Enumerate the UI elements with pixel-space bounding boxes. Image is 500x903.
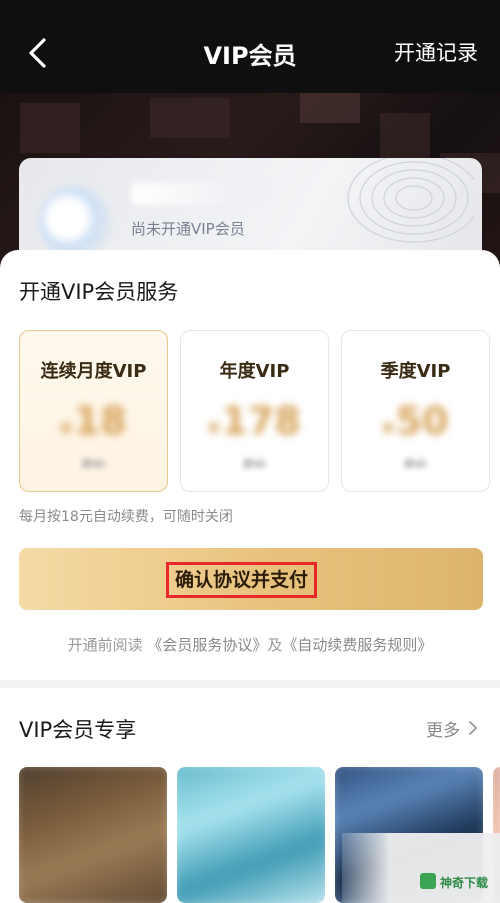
exclusive-section-title: VIP会员专享 bbox=[19, 718, 137, 742]
exclusive-poster[interactable] bbox=[19, 767, 167, 903]
agreement-joiner: 及 bbox=[267, 636, 283, 654]
agreement-prefix: 开通前阅读 bbox=[67, 636, 143, 654]
plan-quarterly[interactable]: 季度VIP ¥50 原价 bbox=[341, 330, 490, 492]
purchase-section-title: 开通VIP会员服务 bbox=[19, 280, 179, 304]
plan-monthly[interactable]: 连续月度VIP ¥18 原价 bbox=[19, 330, 168, 492]
service-agreement-link[interactable]: 《会员服务协议》 bbox=[147, 636, 267, 654]
username bbox=[131, 183, 281, 205]
plan-original-price: 原价 bbox=[81, 457, 106, 471]
purchase-history-link[interactable]: 开通记录 bbox=[394, 37, 478, 67]
plan-price: ¥18 bbox=[60, 399, 127, 443]
purchase-panel: 开通VIP会员服务 连续月度VIP ¥18 原价 年度VIP ¥178 原价 季… bbox=[0, 250, 500, 680]
member-status: 尚未开通VIP会员 bbox=[131, 220, 245, 238]
auto-renew-rules-link[interactable]: 《自动续费服务规则》 bbox=[282, 636, 432, 654]
plan-name: 连续月度VIP bbox=[40, 361, 147, 382]
section-divider bbox=[0, 680, 500, 688]
plan-yearly[interactable]: 年度VIP ¥178 原价 bbox=[180, 330, 329, 492]
watermark-text: 神奇下载 bbox=[439, 876, 488, 890]
plan-original-price: 原价 bbox=[403, 457, 428, 471]
watermark: 神奇下载 bbox=[342, 833, 500, 903]
more-link[interactable]: 更多 bbox=[426, 716, 478, 741]
avatar[interactable] bbox=[39, 186, 111, 258]
more-label: 更多 bbox=[426, 721, 460, 741]
confirm-pay-label: 确认协议并支付 bbox=[166, 562, 318, 598]
plan-price: ¥178 bbox=[208, 399, 301, 443]
plan-price: ¥50 bbox=[382, 399, 449, 443]
watermark-logo-icon bbox=[420, 873, 436, 889]
chevron-right-icon bbox=[468, 720, 478, 741]
plan-name: 年度VIP bbox=[219, 361, 290, 382]
top-nav-bar: VIP会员 开通记录 bbox=[0, 0, 500, 93]
confirm-pay-button[interactable]: 确认协议并支付 bbox=[19, 548, 483, 610]
agreement-text: 开通前阅读 《会员服务协议》及《自动续费服务规则》 bbox=[0, 634, 500, 655]
auto-renew-note: 每月按18元自动续费，可随时关闭 bbox=[19, 509, 233, 525]
exclusive-poster[interactable] bbox=[177, 767, 325, 903]
plan-name: 季度VIP bbox=[380, 361, 451, 382]
plan-original-price: 原价 bbox=[242, 457, 267, 471]
